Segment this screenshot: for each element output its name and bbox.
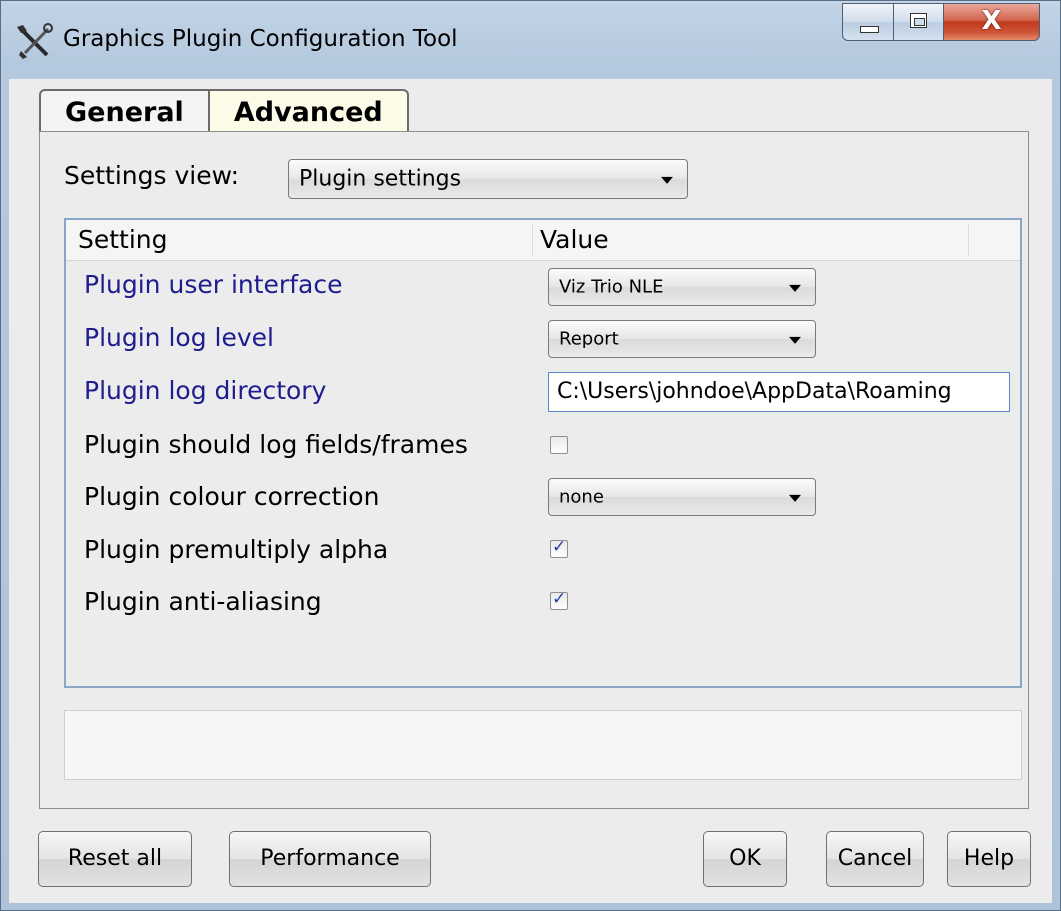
log-level-dropdown[interactable]: Report [548, 320, 816, 358]
user-interface-dropdown[interactable]: Viz Trio NLE [548, 268, 816, 306]
minimize-icon [860, 26, 879, 33]
tools-icon [17, 23, 53, 59]
log-directory-input[interactable]: C:\Users\johndoe\AppData\Roaming [548, 372, 1010, 412]
column-header-setting[interactable]: Setting [78, 220, 168, 260]
settings-view-dropdown[interactable]: Plugin settings [288, 159, 688, 199]
tab-general[interactable]: General [39, 89, 210, 133]
setting-label-anti-aliasing: Plugin anti-aliasing [84, 587, 322, 616]
dropdown-arrow-icon [789, 494, 801, 502]
reset-all-button[interactable]: Reset all [38, 831, 192, 887]
cancel-button[interactable]: Cancel [826, 831, 924, 887]
dropdown-arrow-icon [661, 176, 673, 184]
log-level-value: Report [559, 328, 619, 350]
colour-correction-value: none [559, 486, 604, 508]
dropdown-arrow-icon [789, 284, 801, 292]
premultiply-alpha-checkbox[interactable]: ✓ [550, 537, 568, 558]
settings-view-label: Settings view: [64, 161, 240, 190]
checkmark-icon: ✓ [552, 589, 567, 609]
advanced-panel: Settings view: Plugin settings Setting V… [39, 131, 1029, 809]
config-window: Graphics Plugin Configuration Tool X Gen… [0, 0, 1061, 911]
setting-label-log-level: Plugin log level [84, 323, 274, 352]
colour-correction-dropdown[interactable]: none [548, 478, 816, 516]
column-divider[interactable] [968, 224, 969, 256]
close-button[interactable]: X [944, 3, 1040, 41]
close-icon: X [981, 6, 1002, 36]
setting-label-colour-correction: Plugin colour correction [84, 482, 380, 511]
ok-button[interactable]: OK [703, 831, 787, 887]
maximize-icon [910, 13, 927, 28]
user-interface-value: Viz Trio NLE [559, 276, 664, 298]
column-divider[interactable] [532, 224, 533, 256]
grid-header: Setting Value [66, 220, 1020, 261]
log-fields-frames-checkbox[interactable] [550, 436, 568, 454]
client-area: General Advanced Settings view: Plugin s… [9, 79, 1052, 903]
setting-label-log-fields-frames: Plugin should log fields/frames [84, 430, 468, 459]
setting-label-user-interface: Plugin user interface [84, 270, 343, 299]
performance-button[interactable]: Performance [229, 831, 431, 887]
checkmark-icon: ✓ [552, 537, 567, 557]
settings-grid: Setting Value Plugin user interface Viz … [64, 218, 1022, 688]
setting-label-log-directory: Plugin log directory [84, 376, 327, 405]
minimize-button[interactable] [842, 3, 894, 41]
setting-label-premultiply-alpha: Plugin premultiply alpha [84, 535, 389, 564]
tab-advanced[interactable]: Advanced [207, 89, 409, 133]
window-title: Graphics Plugin Configuration Tool [63, 26, 458, 52]
anti-aliasing-checkbox[interactable]: ✓ [550, 589, 568, 610]
tab-strip: General Advanced [39, 89, 409, 133]
settings-view-value: Plugin settings [299, 166, 462, 192]
dropdown-arrow-icon [789, 336, 801, 344]
help-button[interactable]: Help [947, 831, 1031, 887]
window-controls: X [842, 3, 1040, 43]
column-header-value[interactable]: Value [540, 220, 609, 260]
title-bar[interactable]: Graphics Plugin Configuration Tool X [1, 1, 1061, 79]
description-box [64, 710, 1022, 780]
maximize-button[interactable] [894, 3, 944, 41]
